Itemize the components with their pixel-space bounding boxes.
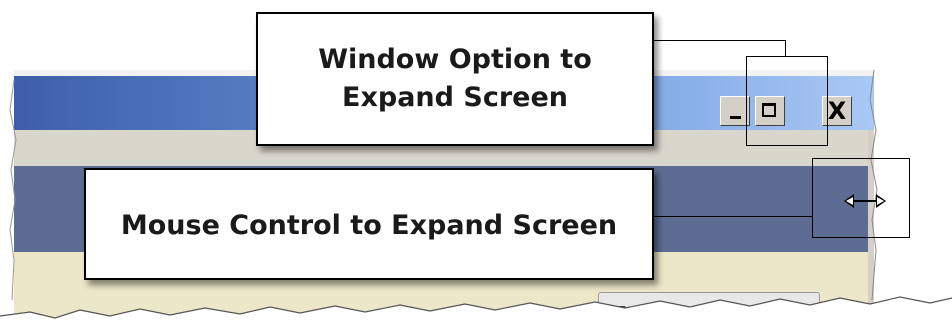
- window-callout-connector-v: [785, 40, 786, 56]
- mouse-control-callout: Mouse Control to Expand Screen: [84, 168, 654, 280]
- minimize-icon: [730, 116, 741, 119]
- window-option-callout: Window Option to Expand Screen: [256, 12, 654, 146]
- mouse-callout-connector: [654, 216, 812, 217]
- window-option-callout-line1: Window Option to: [318, 44, 592, 75]
- window-callout-connector-h: [654, 40, 786, 41]
- tab-reports-letters[interactable]: Reports/Letters: [598, 292, 820, 318]
- horizontal-resize-arrow-icon: [844, 194, 886, 208]
- maximize-highlight-box: [746, 56, 828, 146]
- window-option-callout-line2: Expand Screen: [342, 82, 568, 113]
